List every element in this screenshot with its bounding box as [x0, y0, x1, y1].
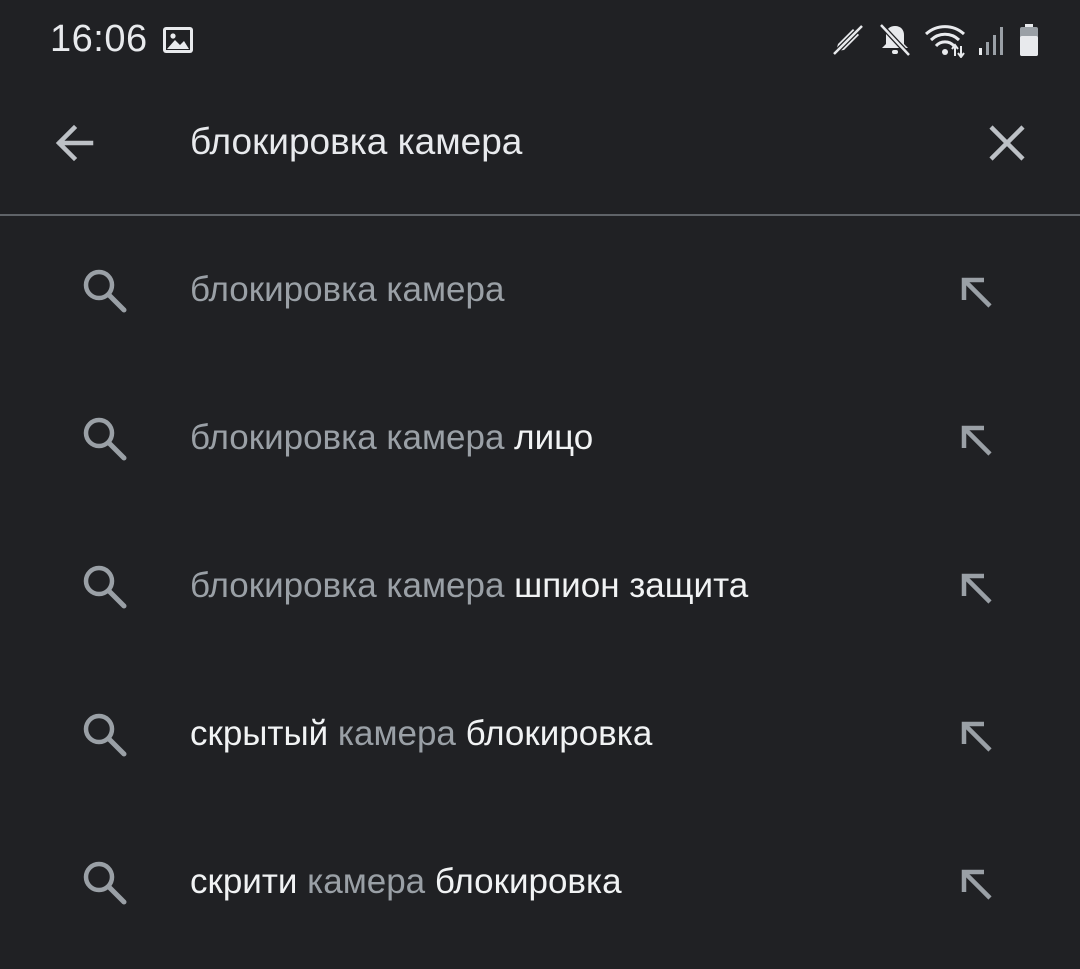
suggestion-text-segment: камера [297, 862, 426, 901]
suggestion-list: блокировка камера блокировка камера лицо б… [0, 216, 1080, 956]
suggestion-text-segment: блокировка камера [190, 566, 505, 605]
fill-query-arrow-icon[interactable] [950, 562, 1002, 614]
suggestion-text-segment: блокировка камера [190, 418, 505, 457]
suggestion-item[interactable]: скрытый камера блокировка [0, 660, 1080, 808]
fill-query-arrow-icon[interactable] [950, 414, 1002, 466]
suggestion-item[interactable]: блокировка камера шпион защита [0, 512, 1080, 660]
search-input[interactable] [190, 114, 930, 170]
wifi-icon [924, 22, 966, 58]
search-icon [78, 412, 130, 464]
suggestion-item[interactable]: блокировка камера [0, 216, 1080, 364]
image-notification-icon [162, 26, 194, 54]
clear-button[interactable] [972, 108, 1042, 178]
suggestion-text-segment: камера [328, 714, 456, 753]
suggestion-item[interactable]: блокировка камера лицо [0, 364, 1080, 512]
suggestion-text-segment: шпион защита [504, 566, 749, 605]
search-icon [78, 560, 130, 612]
suggestion-text: блокировка камера лицо [190, 416, 593, 460]
suggestion-text: скрити камера блокировка [190, 860, 622, 904]
mute-icon [878, 22, 912, 58]
arrow-back-icon [55, 124, 94, 162]
fill-query-arrow-icon[interactable] [950, 858, 1002, 910]
fill-query-arrow-icon[interactable] [950, 710, 1002, 762]
status-bar: 16:06 [0, 0, 1080, 86]
status-time: 16:06 [50, 18, 148, 60]
search-icon [78, 264, 130, 316]
close-icon [989, 125, 1025, 161]
signal-icon [978, 24, 1006, 56]
back-button[interactable] [40, 108, 110, 178]
suggestion-text: блокировка камера шпион защита [190, 564, 748, 608]
suggestion-text-segment: блокировка [455, 714, 653, 753]
suggestion-text-segment: блокировка камера [190, 270, 505, 309]
search-icon [78, 708, 130, 760]
search-icon [78, 856, 130, 908]
suggestion-text: скрытый камера блокировка [190, 712, 652, 756]
search-bar [0, 86, 1080, 216]
suggestion-text-segment: лицо [504, 418, 594, 457]
suggestion-text-segment: скрити [190, 862, 298, 901]
suggestion-text-segment: блокировка [425, 862, 622, 901]
status-icons [830, 18, 1040, 62]
suggestion-item[interactable]: скрити камера блокировка [0, 808, 1080, 956]
suggestion-text-segment: скрытый [190, 714, 329, 753]
edit-off-icon [830, 22, 866, 58]
fill-query-arrow-icon[interactable] [950, 266, 1002, 318]
suggestion-text: блокировка камера [190, 268, 504, 312]
battery-icon [1018, 23, 1040, 57]
